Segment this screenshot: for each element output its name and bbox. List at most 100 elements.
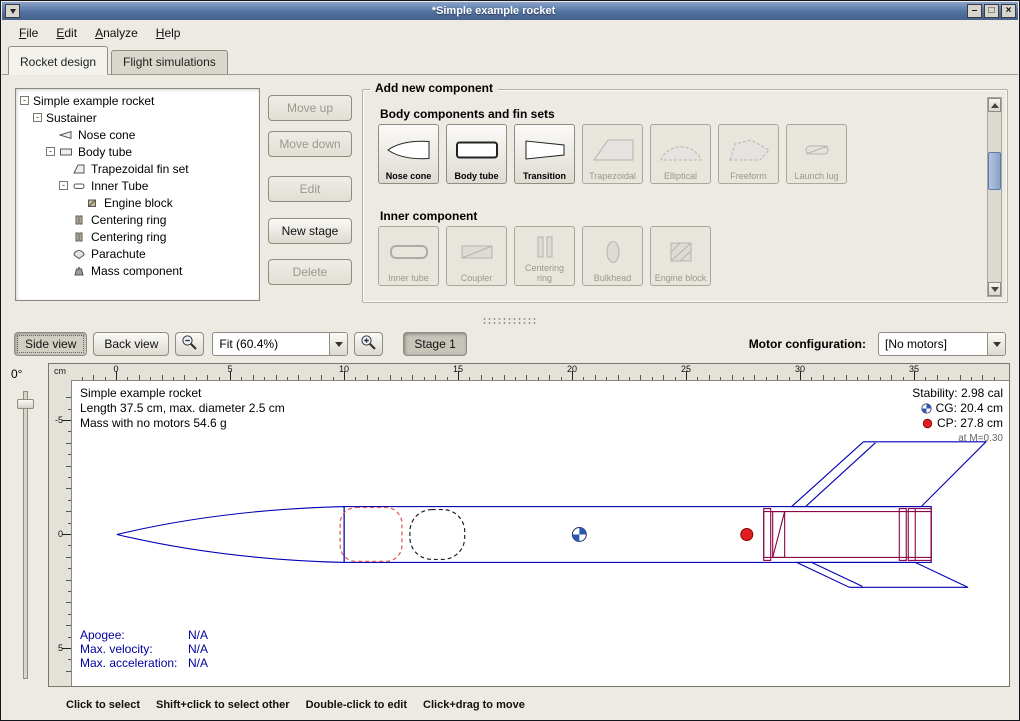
titlebar[interactable]: *Simple example rocket [2, 2, 1018, 20]
motor-configuration-label: Motor configuration: [749, 337, 866, 351]
chevron-down-icon[interactable] [987, 333, 1005, 355]
centering-ring-rear-shape[interactable] [899, 509, 906, 561]
add-coupler-button: Coupler [446, 226, 507, 286]
tree-item-inner-tube[interactable]: Inner Tube [16, 177, 259, 194]
new-stage-button[interactable]: New stage [268, 218, 352, 244]
tree-item-parachute[interactable]: Parachute [16, 245, 259, 262]
menu-file[interactable]: File [10, 23, 47, 43]
add-transition-button[interactable]: Transition [514, 124, 575, 184]
zoom-in-icon [360, 334, 377, 354]
menubar: FileEditAnalyzeHelp [2, 20, 1018, 45]
rocket-drawing[interactable]: Simple example rocket Length 37.5 cm, ma… [71, 380, 1009, 686]
component-button-label: Centering ring [518, 263, 572, 283]
status-hint: Click to select [66, 699, 140, 711]
launchlug-icon [788, 128, 845, 171]
move-up-button[interactable]: Move up [268, 95, 352, 121]
ruler-tick-label: 0 [113, 364, 118, 374]
mass-icon [72, 266, 87, 276]
centeringring-icon [72, 232, 87, 242]
parachute-shape[interactable] [340, 508, 402, 562]
tree-expander-icon[interactable] [33, 113, 42, 122]
scrollbar-thumb[interactable] [988, 152, 1001, 190]
rotation-slider[interactable] [23, 391, 28, 679]
side-view-button[interactable]: Side view [14, 332, 87, 356]
close-button[interactable] [1001, 4, 1016, 18]
tree-item-trapezoidal-fin-set[interactable]: Trapezoidal fin set [16, 160, 259, 177]
tree-item-label: Nose cone [78, 128, 135, 142]
body-tube-shape[interactable] [344, 507, 931, 563]
chevron-down-icon[interactable] [329, 333, 347, 355]
bodytube-icon [448, 128, 505, 171]
tab-bar: Rocket design Flight simulations [2, 45, 1018, 75]
component-panel-scrollbar[interactable] [987, 97, 1002, 297]
tree-item-centering-ring[interactable]: Centering ring [16, 228, 259, 245]
edit-button[interactable]: Edit [268, 176, 352, 202]
cg-marker[interactable] [572, 528, 586, 542]
fin-upper-shape[interactable] [792, 442, 986, 507]
stage-1-toggle[interactable]: Stage 1 [403, 332, 466, 356]
zoom-in-button[interactable] [354, 332, 383, 356]
window-menu-icon[interactable] [5, 4, 20, 18]
component-button-label: Engine block [655, 273, 707, 283]
tree-item-centering-ring[interactable]: Centering ring [16, 211, 259, 228]
transition-icon [516, 128, 573, 171]
minimize-button[interactable] [967, 4, 982, 18]
move-down-button[interactable]: Move down [268, 131, 352, 157]
body-component-buttons: Nose coneBody tubeTransitionTrapezoidalE… [378, 124, 847, 184]
horizontal-splitter[interactable] [2, 315, 1018, 327]
tab-rocket-design[interactable]: Rocket design [8, 46, 108, 75]
tab-flight-simulations[interactable]: Flight simulations [111, 50, 228, 74]
back-view-button[interactable]: Back view [93, 332, 169, 356]
menu-analyze[interactable]: Analyze [86, 23, 147, 43]
tree-item-label: Engine block [104, 196, 173, 210]
add-body-tube-button[interactable]: Body tube [446, 124, 507, 184]
tree-item-label: Trapezoidal fin set [91, 162, 189, 176]
tree-item-simple-example-rocket[interactable]: Simple example rocket [16, 92, 259, 109]
ruler-tick-label: 20 [567, 364, 577, 374]
cp-marker[interactable] [741, 529, 753, 541]
motor-configuration-value[interactable]: [No motors] [879, 333, 987, 355]
motor-configuration-combobox[interactable]: [No motors] [878, 332, 1006, 356]
scroll-up-icon[interactable] [988, 98, 1001, 112]
zoom-combobox[interactable]: Fit (60.4%) [212, 332, 348, 356]
tree-item-nose-cone[interactable]: Nose cone [16, 126, 259, 143]
fin-lower-edge [812, 562, 863, 586]
tree-expander-icon[interactable] [46, 147, 55, 156]
flight-info-row: Apogee:N/A [80, 628, 208, 642]
tree-item-body-tube[interactable]: Body tube [16, 143, 259, 160]
add-freeform-button: Freeform [718, 124, 779, 184]
menu-edit[interactable]: Edit [47, 23, 86, 43]
add-nose-cone-button[interactable]: Nose cone [378, 124, 439, 184]
freeform-icon [720, 128, 777, 171]
tree-expander-icon[interactable] [20, 96, 29, 105]
zoom-value[interactable]: Fit (60.4%) [213, 333, 329, 355]
tree-item-label: Inner Tube [91, 179, 148, 193]
scroll-down-icon[interactable] [988, 282, 1001, 296]
nose-cone-shape[interactable] [117, 507, 344, 563]
component-button-label: Coupler [461, 273, 493, 283]
mass-component-shape[interactable] [410, 510, 465, 560]
centering-ring-front-shape[interactable] [764, 509, 771, 561]
coupler-icon [448, 230, 505, 273]
maximize-button[interactable] [984, 4, 999, 18]
rotation-slider-thumb[interactable] [17, 399, 34, 409]
delete-button[interactable]: Delete [268, 259, 352, 285]
status-hint: Shift+click to select other [156, 699, 290, 711]
tree-expander-icon[interactable] [59, 181, 68, 190]
ruler-tick-label: -5 [55, 415, 63, 425]
component-tree[interactable]: Simple example rocketSustainer Nose coneB… [15, 88, 260, 301]
parachute-icon [72, 249, 87, 259]
nosecone-icon [59, 130, 74, 140]
component-button-label: Transition [523, 171, 566, 181]
motor-mount-rear-shape[interactable] [908, 509, 931, 561]
flight-info-value: N/A [188, 656, 208, 670]
zoom-out-button[interactable] [175, 332, 204, 356]
tree-item-engine-block[interactable]: Engine block [16, 194, 259, 211]
tree-item-mass-component[interactable]: Mass component [16, 262, 259, 279]
component-button-label: Trapezoidal [589, 171, 636, 181]
tree-item-sustainer[interactable]: Sustainer [16, 109, 259, 126]
menu-help[interactable]: Help [147, 23, 190, 43]
fin-lower-shape[interactable] [797, 562, 968, 587]
component-button-label: Nose cone [386, 171, 432, 181]
centeringring-icon [516, 230, 573, 263]
